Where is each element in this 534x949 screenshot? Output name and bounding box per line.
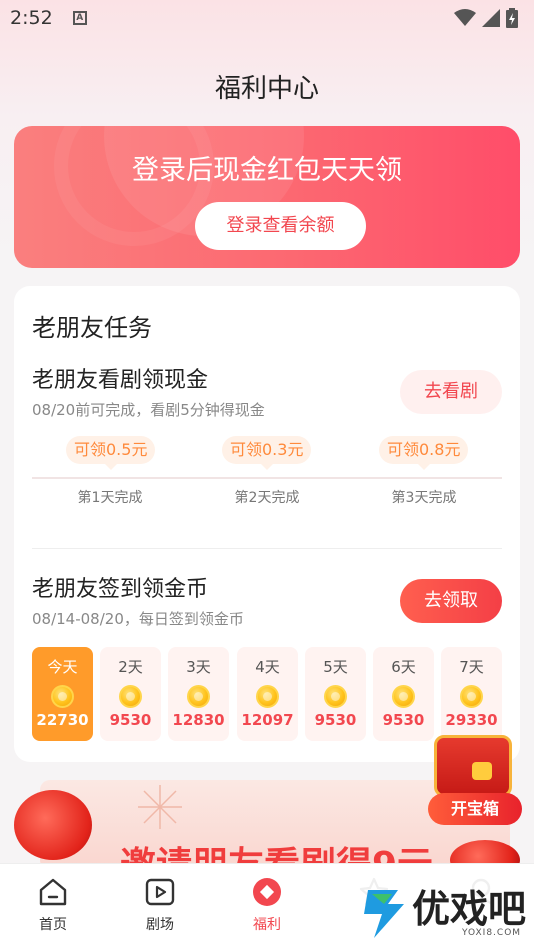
nav-item-theater[interactable]: 剧场 xyxy=(125,876,195,934)
wifi-icon xyxy=(454,9,476,26)
checkin-day-today[interactable]: 今天 22730 xyxy=(32,647,93,741)
day-label: 2天 xyxy=(118,658,143,676)
day-amount: 9530 xyxy=(109,711,152,729)
checkin-days-row: 今天 22730 2天 9530 3天 12830 4天 12097 5天 95… xyxy=(32,647,502,741)
notification-icon: A xyxy=(72,11,87,25)
login-check-balance-button[interactable]: 登录查看余额 xyxy=(195,202,366,250)
checkin-day-7[interactable]: 7天 29330 xyxy=(441,647,502,741)
reward-progress-line xyxy=(32,477,502,479)
watermark-logo-icon xyxy=(364,890,404,938)
reward-bubble-day3: 可领0.8元 xyxy=(379,436,469,470)
day-label: 今天 xyxy=(47,658,78,676)
checkin-day-3[interactable]: 3天 12830 xyxy=(168,647,229,741)
checkin-day-5[interactable]: 5天 9530 xyxy=(305,647,366,741)
day-complete-label-1: 第1天完成 xyxy=(77,490,143,506)
section-title: 老朋友任务 xyxy=(32,314,152,342)
reward-bubble-day2: 可领0.3元 xyxy=(222,436,312,470)
watermark: 优戏吧 YOXI8.COM xyxy=(352,872,534,949)
signal-icon xyxy=(482,9,500,27)
day-complete-label-2: 第2天完成 xyxy=(234,490,300,506)
divider xyxy=(32,548,502,549)
checkin-day-2[interactable]: 2天 9530 xyxy=(100,647,161,741)
status-bar: 2:52 A xyxy=(0,0,534,36)
lantern-left-icon xyxy=(14,790,92,860)
battery-icon xyxy=(506,8,518,28)
day-amount: 9530 xyxy=(382,711,425,729)
day-label: 6天 xyxy=(391,658,416,676)
nav-label: 福利 xyxy=(253,917,281,933)
status-icons xyxy=(454,8,518,28)
treasure-box-label: 开宝箱 xyxy=(428,793,522,825)
nav-item-home[interactable]: 首页 xyxy=(18,876,88,934)
nav-item-welfare[interactable]: 福利 xyxy=(232,876,302,934)
watermark-name: 优戏吧 xyxy=(412,887,527,931)
day-amount: 12097 xyxy=(241,711,294,729)
coin-icon xyxy=(324,685,347,708)
coin-icon xyxy=(187,685,210,708)
checkin-day-6[interactable]: 6天 9530 xyxy=(373,647,434,741)
day-amount: 22730 xyxy=(36,711,89,729)
reward-bubble-day1: 可领0.5元 xyxy=(66,436,156,470)
day-label: 5天 xyxy=(323,658,348,676)
gift-icon xyxy=(253,878,281,906)
play-icon xyxy=(145,878,175,906)
coin-icon xyxy=(51,685,74,708)
coin-icon xyxy=(256,685,279,708)
login-banner[interactable]: 登录后现金红包天天领 登录查看余额 xyxy=(14,126,520,268)
checkin-task-title: 老朋友签到领金币 xyxy=(32,577,209,602)
watch-task-title: 老朋友看剧领现金 xyxy=(32,368,209,393)
treasure-chest-icon xyxy=(434,735,512,797)
day-amount: 29330 xyxy=(445,711,498,729)
home-icon xyxy=(39,878,67,906)
chest-lock-icon xyxy=(472,762,492,780)
open-treasure-box-button[interactable]: 开宝箱 xyxy=(428,735,522,830)
watermark-site: YOXI8.COM xyxy=(462,928,522,938)
page-title: 福利中心 xyxy=(214,74,319,104)
firework-icon xyxy=(138,785,182,829)
login-headline: 登录后现金红包天天领 xyxy=(132,155,402,186)
day-label: 3天 xyxy=(186,658,211,676)
day-label: 7天 xyxy=(459,658,484,676)
go-claim-button[interactable]: 去领取 xyxy=(400,579,502,623)
coin-icon xyxy=(119,685,142,708)
day-label: 4天 xyxy=(255,658,280,676)
day-amount: 12830 xyxy=(172,711,225,729)
checkin-task-description: 08/14-08/20，每日签到领金币 xyxy=(32,610,244,628)
watch-task-description: 08/20前可完成，看剧5分钟得现金 xyxy=(32,401,265,419)
nav-label: 剧场 xyxy=(146,917,174,933)
nav-label: 首页 xyxy=(39,917,67,933)
status-time: 2:52 xyxy=(10,7,53,29)
old-friend-task-card: 老朋友任务 老朋友看剧领现金 08/20前可完成，看剧5分钟得现金 去看剧 可领… xyxy=(14,286,520,762)
coin-icon xyxy=(460,685,483,708)
coin-icon xyxy=(392,685,415,708)
day-amount: 9530 xyxy=(314,711,357,729)
day-complete-label-3: 第3天完成 xyxy=(391,490,457,506)
checkin-day-4[interactable]: 4天 12097 xyxy=(237,647,298,741)
go-watch-button[interactable]: 去看剧 xyxy=(400,370,502,414)
